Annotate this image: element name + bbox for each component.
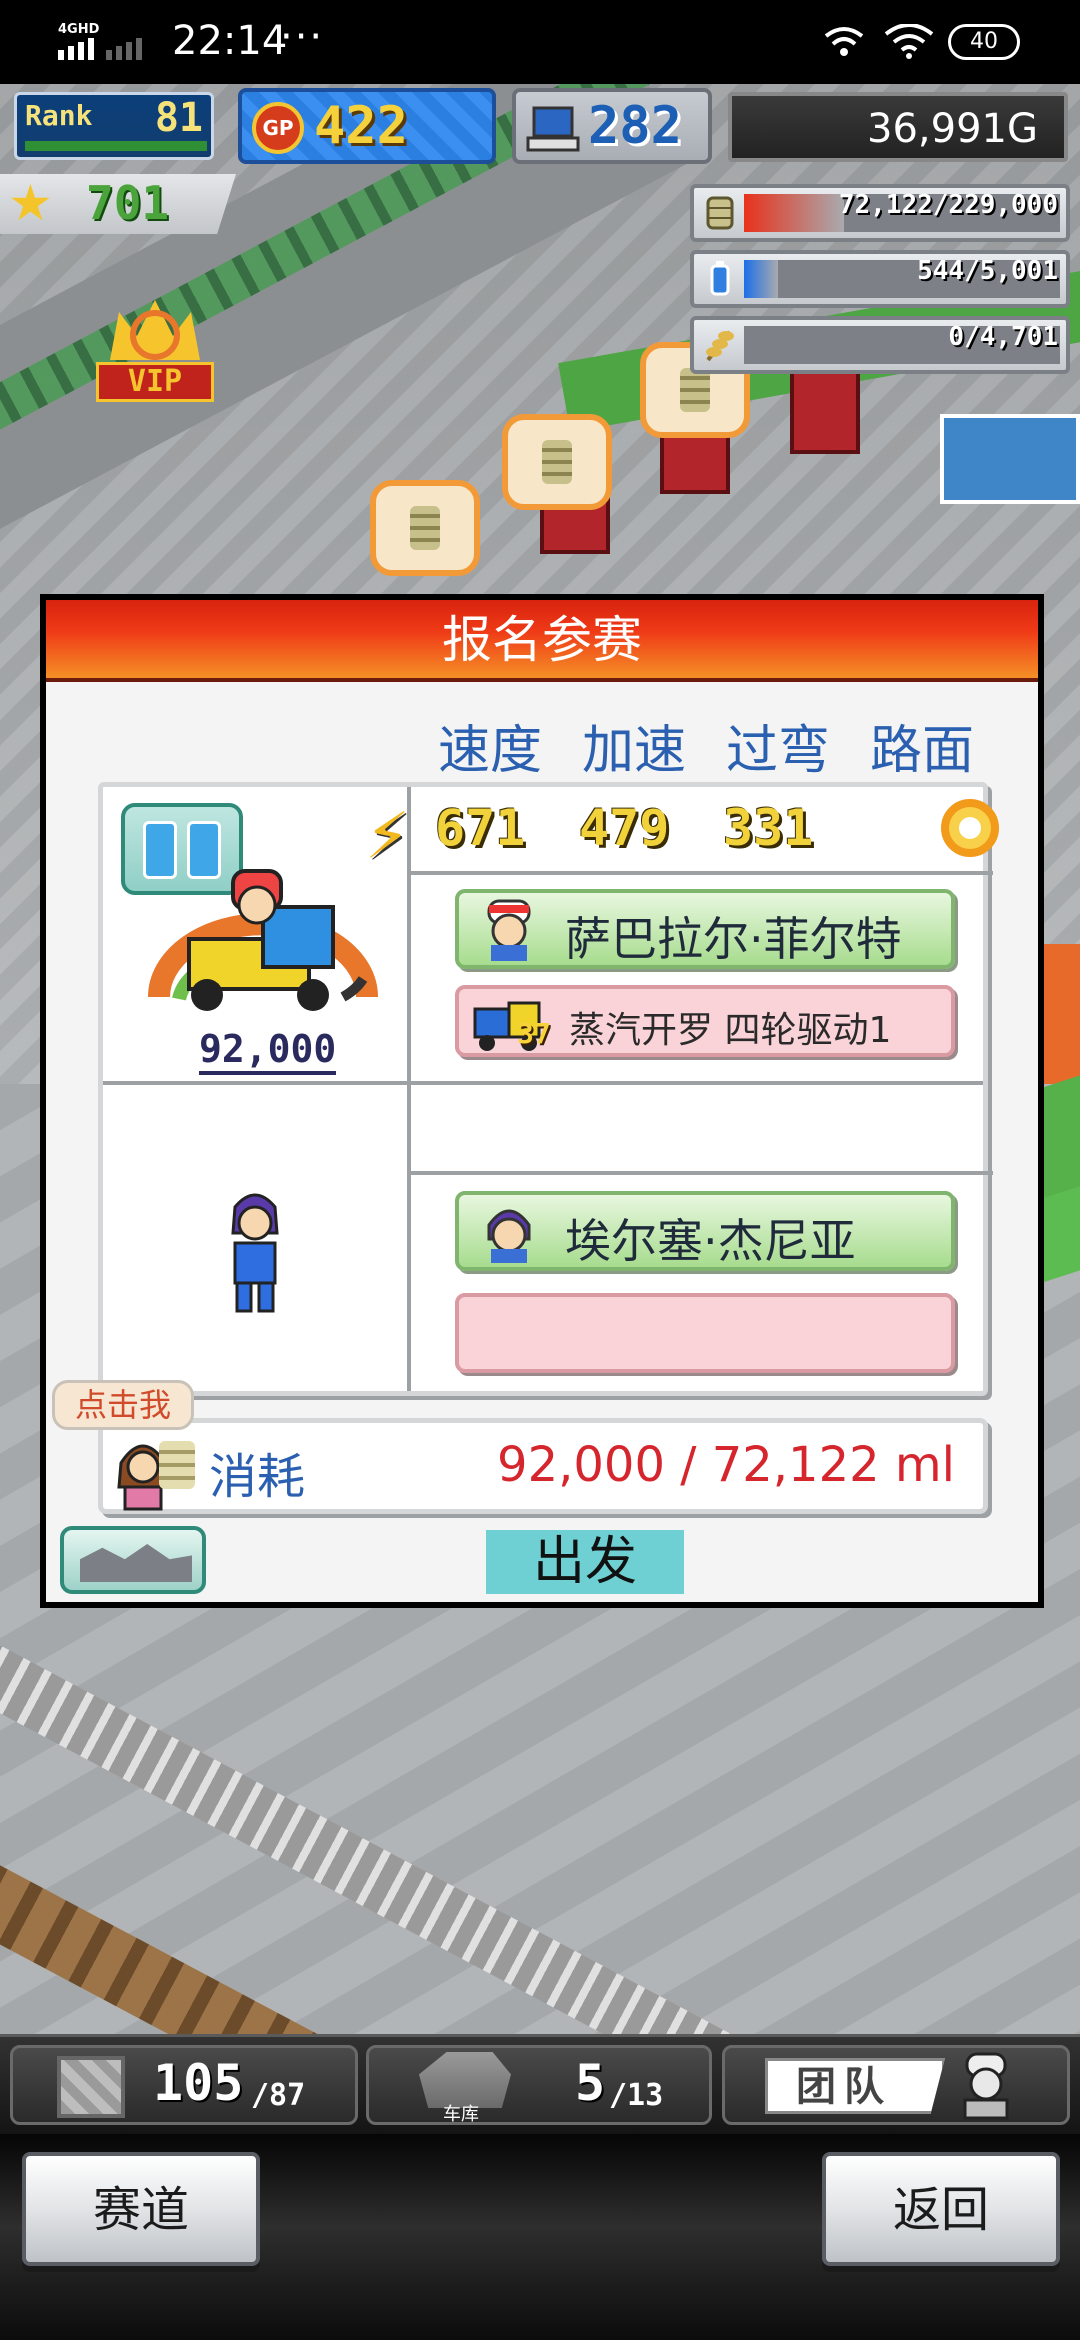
- consume-label: 消耗: [209, 1449, 306, 1505]
- header-road: 路面: [870, 721, 975, 781]
- crate-icon: [57, 2056, 125, 2118]
- rank-display[interactable]: Rank 81: [14, 92, 214, 160]
- money-value: 36,991G: [867, 106, 1038, 152]
- wifi-icon: [884, 24, 934, 59]
- coin-resource-bar: 72,122/229,000: [690, 184, 1070, 242]
- garage-current: 5: [575, 2054, 606, 2112]
- clock: 22:14: [172, 18, 288, 64]
- crates-counter[interactable]: 105 /87: [10, 2045, 358, 2125]
- research-value: 282: [588, 96, 682, 156]
- stat-speed: 671: [435, 799, 526, 857]
- money-display: 36,991G: [728, 92, 1068, 162]
- crates-max: /87: [251, 2078, 306, 2113]
- network-type: 4GHD: [58, 22, 100, 37]
- game-screen: 4GHD 22:14 ··· 40 VIP Rank 81 GP 422 282…: [0, 0, 1080, 2340]
- fuel-resource-bar: 544/5,001: [690, 250, 1070, 308]
- factory-icon: [80, 1544, 192, 1582]
- mechanic-icon: [963, 2052, 1009, 2120]
- gp-icon: GP: [252, 102, 304, 154]
- wheat-icon: [706, 330, 734, 362]
- coin-stack-icon: [159, 1441, 195, 1489]
- fuel-resource-value: 544/5,001: [917, 256, 1058, 286]
- crates-current: 105: [153, 2054, 244, 2112]
- coin-resource-value: 72,122/229,000: [838, 190, 1058, 220]
- computer-icon: [526, 106, 580, 152]
- stat-cornering: 331: [723, 799, 814, 857]
- kart-cost: 92,000: [199, 1027, 337, 1075]
- driver-1-slot[interactable]: 萨巴拉尔·菲尔特: [455, 889, 955, 969]
- oil-pump[interactable]: [790, 364, 860, 454]
- fuel-consumption-panel: 消耗 92,000 / 72,122 ml: [98, 1418, 988, 1514]
- coin-fill: [744, 194, 844, 232]
- star-display[interactable]: ★ 701: [0, 174, 236, 234]
- depart-button[interactable]: 出发: [486, 1530, 684, 1594]
- track-button[interactable]: 赛道: [22, 2152, 260, 2266]
- rank-value: 81: [154, 95, 203, 141]
- entry-grid: ⚡ 92,000 671 479 331 萨巴拉尔·菲尔特 37 蒸汽开罗 四轮…: [98, 782, 999, 1396]
- driver-2-slot[interactable]: 埃尔塞·杰尼亚: [455, 1191, 955, 1271]
- fuel-fill: [744, 260, 779, 298]
- top-hud: Rank 81 GP 422 282 36,991G: [0, 88, 1080, 168]
- car-1-slot[interactable]: 37 蒸汽开罗 四轮驱动1: [455, 985, 955, 1057]
- team-label: 团队: [765, 2058, 945, 2114]
- road-type-icon: [941, 799, 999, 857]
- kart-image[interactable]: [143, 847, 383, 1037]
- back-button[interactable]: 返回: [822, 2152, 1060, 2266]
- gp-display[interactable]: GP 422: [238, 88, 496, 164]
- wheat-resource-bar: 0/4,701: [690, 316, 1070, 374]
- driver-avatar-icon: [487, 899, 531, 961]
- car-1-name: 蒸汽开罗 四轮驱动1: [569, 1010, 892, 1051]
- vip-badge[interactable]: VIP: [96, 300, 214, 402]
- click-me-tag[interactable]: 点击我: [52, 1380, 194, 1430]
- car-2-slot-empty[interactable]: [455, 1293, 955, 1373]
- gp-value: 422: [314, 96, 408, 156]
- header-cornering: 过弯: [726, 721, 831, 781]
- driver-1-name: 萨巴拉尔·菲尔特: [565, 912, 902, 966]
- battery-icon: 40: [948, 24, 1020, 60]
- team-button[interactable]: 团队: [722, 2045, 1070, 2125]
- dialog-title: 报名参赛: [46, 600, 1038, 682]
- driver-2-name: 埃尔塞·杰尼亚: [565, 1214, 856, 1268]
- garage-max: /13: [609, 2078, 664, 2113]
- building[interactable]: [940, 414, 1080, 504]
- more-notifications-icon: ···: [280, 14, 325, 60]
- driver-avatar-icon: [487, 1209, 531, 1263]
- driver-2-sprite[interactable]: [215, 1187, 295, 1317]
- stat-acceleration: 479: [579, 799, 670, 857]
- status-bar: 4GHD 22:14 ··· 40: [0, 0, 1080, 84]
- coin-collect-bubble[interactable]: [502, 414, 612, 510]
- bottom-nav: 赛道 返回: [0, 2134, 1080, 2340]
- garage-label: 车库: [443, 2104, 479, 2125]
- vip-label: VIP: [96, 362, 214, 402]
- star-icon: ★: [8, 174, 53, 232]
- signal-icon: [58, 38, 148, 60]
- consume-value: 92,000 / 72,122 ml: [497, 1437, 955, 1493]
- research-display[interactable]: 282: [512, 88, 712, 164]
- star-value: 701: [86, 176, 170, 230]
- coin-collect-bubble[interactable]: [370, 480, 480, 576]
- garage-counter[interactable]: 车库 5 /13: [366, 2045, 712, 2125]
- wheat-resource-value: 0/4,701: [948, 322, 1058, 352]
- header-acceleration: 加速: [582, 721, 687, 781]
- rank-label: Rank: [25, 99, 93, 132]
- race-entry-dialog: 报名参赛 速度 加速 过弯 路面 ⚡ 92,000 671 479 331 萨巴…: [40, 594, 1044, 1608]
- factory-button[interactable]: [60, 1526, 206, 1594]
- car-level: 37: [517, 1017, 551, 1050]
- rank-progress-bar: [25, 141, 207, 151]
- header-speed: 速度: [438, 721, 543, 781]
- bottom-stats-bar: 105 /87 车库 5 /13 团队: [0, 2034, 1080, 2134]
- fuel-can-icon: [710, 261, 730, 296]
- coin-stack-icon: [706, 196, 734, 230]
- wifi-calling-icon: [824, 27, 864, 56]
- stat-headers: 速度 加速 过弯 路面: [438, 708, 1038, 781]
